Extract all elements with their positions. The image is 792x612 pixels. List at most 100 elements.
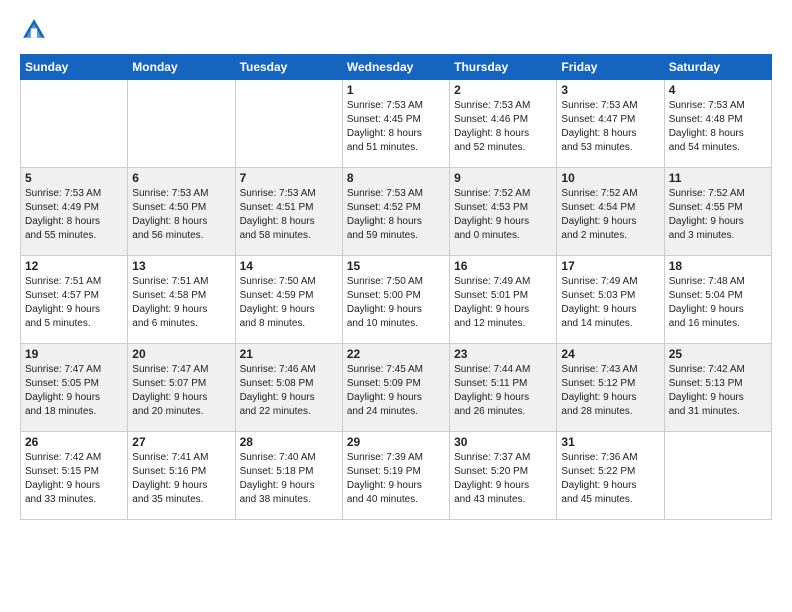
day-info: Sunrise: 7:53 AM Sunset: 4:50 PM Dayligh… bbox=[132, 188, 208, 241]
day-cell: 23Sunrise: 7:44 AM Sunset: 5:11 PM Dayli… bbox=[450, 344, 557, 432]
day-number: 20 bbox=[132, 347, 230, 361]
day-info: Sunrise: 7:51 AM Sunset: 4:58 PM Dayligh… bbox=[132, 276, 208, 329]
day-info: Sunrise: 7:41 AM Sunset: 5:16 PM Dayligh… bbox=[132, 452, 208, 505]
day-number: 12 bbox=[25, 259, 123, 273]
day-number: 1 bbox=[347, 83, 445, 97]
day-number: 28 bbox=[240, 435, 338, 449]
day-info: Sunrise: 7:52 AM Sunset: 4:54 PM Dayligh… bbox=[561, 188, 637, 241]
day-cell: 10 Sunrise: 7:52 AM Sunset: 4:54 PM Dayli… bbox=[557, 168, 664, 256]
day-info: Sunrise: 7:53 AM Sunset: 4:45 PM Dayligh… bbox=[347, 100, 423, 153]
day-cell: 1 Sunrise: 7:53 AM Sunset: 4:45 PM Daylig… bbox=[342, 80, 449, 168]
day-info: Sunrise: 7:46 AM Sunset: 5:08 PM Dayligh… bbox=[240, 364, 316, 417]
day-cell: 26Sunrise: 7:42 AM Sunset: 5:15 PM Dayli… bbox=[21, 432, 128, 520]
day-info: Sunrise: 7:36 AM Sunset: 5:22 PM Dayligh… bbox=[561, 452, 637, 505]
day-info: Sunrise: 7:49 AM Sunset: 5:03 PM Dayligh… bbox=[561, 276, 637, 329]
day-info: Sunrise: 7:53 AM Sunset: 4:48 PM Dayligh… bbox=[669, 100, 745, 153]
day-number: 7 bbox=[240, 171, 338, 185]
day-number: 13 bbox=[132, 259, 230, 273]
day-number: 27 bbox=[132, 435, 230, 449]
page: SundayMondayTuesdayWednesdayThursdayFrid… bbox=[0, 0, 792, 536]
day-info: Sunrise: 7:37 AM Sunset: 5:20 PM Dayligh… bbox=[454, 452, 530, 505]
day-info: Sunrise: 7:50 AM Sunset: 5:00 PM Dayligh… bbox=[347, 276, 423, 329]
day-cell: 14 Sunrise: 7:50 AM Sunset: 4:59 PM Dayli… bbox=[235, 256, 342, 344]
logo-icon bbox=[20, 16, 48, 44]
day-cell bbox=[21, 80, 128, 168]
day-cell: 13 Sunrise: 7:51 AM Sunset: 4:58 PM Dayli… bbox=[128, 256, 235, 344]
day-cell bbox=[664, 432, 771, 520]
calendar: SundayMondayTuesdayWednesdayThursdayFrid… bbox=[20, 54, 772, 520]
week-row-2: 5 Sunrise: 7:53 AM Sunset: 4:49 PM Daylig… bbox=[21, 168, 772, 256]
day-info: Sunrise: 7:49 AM Sunset: 5:01 PM Dayligh… bbox=[454, 276, 530, 329]
day-number: 19 bbox=[25, 347, 123, 361]
day-info: Sunrise: 7:43 AM Sunset: 5:12 PM Dayligh… bbox=[561, 364, 637, 417]
week-row-1: 1 Sunrise: 7:53 AM Sunset: 4:45 PM Daylig… bbox=[21, 80, 772, 168]
day-cell: 9 Sunrise: 7:52 AM Sunset: 4:53 PM Daylig… bbox=[450, 168, 557, 256]
day-number: 3 bbox=[561, 83, 659, 97]
logo bbox=[20, 16, 52, 44]
day-info: Sunrise: 7:53 AM Sunset: 4:47 PM Dayligh… bbox=[561, 100, 637, 153]
day-info: Sunrise: 7:53 AM Sunset: 4:49 PM Dayligh… bbox=[25, 188, 101, 241]
day-cell: 4Sunrise: 7:53 AM Sunset: 4:48 PM Daylig… bbox=[664, 80, 771, 168]
day-cell bbox=[128, 80, 235, 168]
day-cell: 5 Sunrise: 7:53 AM Sunset: 4:49 PM Daylig… bbox=[21, 168, 128, 256]
day-number: 17 bbox=[561, 259, 659, 273]
day-info: Sunrise: 7:40 AM Sunset: 5:18 PM Dayligh… bbox=[240, 452, 316, 505]
day-number: 16 bbox=[454, 259, 552, 273]
day-cell: 17 Sunrise: 7:49 AM Sunset: 5:03 PM Dayli… bbox=[557, 256, 664, 344]
day-cell: 22Sunrise: 7:45 AM Sunset: 5:09 PM Dayli… bbox=[342, 344, 449, 432]
week-row-4: 19 Sunrise: 7:47 AM Sunset: 5:05 PM Dayli… bbox=[21, 344, 772, 432]
day-cell: 7 Sunrise: 7:53 AM Sunset: 4:51 PM Daylig… bbox=[235, 168, 342, 256]
day-number: 21 bbox=[240, 347, 338, 361]
day-cell: 12 Sunrise: 7:51 AM Sunset: 4:57 PM Dayli… bbox=[21, 256, 128, 344]
day-cell: 2 Sunrise: 7:53 AM Sunset: 4:46 PM Daylig… bbox=[450, 80, 557, 168]
day-info: Sunrise: 7:42 AM Sunset: 5:15 PM Dayligh… bbox=[25, 452, 101, 505]
day-number: 9 bbox=[454, 171, 552, 185]
day-number: 31 bbox=[561, 435, 659, 449]
day-info: Sunrise: 7:45 AM Sunset: 5:09 PM Dayligh… bbox=[347, 364, 423, 417]
day-number: 29 bbox=[347, 435, 445, 449]
day-info: Sunrise: 7:51 AM Sunset: 4:57 PM Dayligh… bbox=[25, 276, 101, 329]
day-number: 11 bbox=[669, 171, 767, 185]
day-info: Sunrise: 7:39 AM Sunset: 5:19 PM Dayligh… bbox=[347, 452, 423, 505]
weekday-header-monday: Monday bbox=[128, 55, 235, 80]
day-number: 14 bbox=[240, 259, 338, 273]
day-cell: 11 Sunrise: 7:52 AM Sunset: 4:55 PM Dayli… bbox=[664, 168, 771, 256]
day-cell: 6 Sunrise: 7:53 AM Sunset: 4:50 PM Daylig… bbox=[128, 168, 235, 256]
weekday-header-wednesday: Wednesday bbox=[342, 55, 449, 80]
day-number: 30 bbox=[454, 435, 552, 449]
day-cell: 18 Sunrise: 7:48 AM Sunset: 5:04 PM Dayli… bbox=[664, 256, 771, 344]
day-info: Sunrise: 7:47 AM Sunset: 5:05 PM Dayligh… bbox=[25, 364, 101, 417]
day-info: Sunrise: 7:48 AM Sunset: 5:04 PM Dayligh… bbox=[669, 276, 745, 329]
day-number: 15 bbox=[347, 259, 445, 273]
day-number: 8 bbox=[347, 171, 445, 185]
day-number: 25 bbox=[669, 347, 767, 361]
weekday-header-saturday: Saturday bbox=[664, 55, 771, 80]
day-number: 6 bbox=[132, 171, 230, 185]
day-cell: 30 Sunrise: 7:37 AM Sunset: 5:20 PM Dayli… bbox=[450, 432, 557, 520]
day-cell: 21 Sunrise: 7:46 AM Sunset: 5:08 PM Dayli… bbox=[235, 344, 342, 432]
day-info: Sunrise: 7:53 AM Sunset: 4:52 PM Dayligh… bbox=[347, 188, 423, 241]
day-info: Sunrise: 7:50 AM Sunset: 4:59 PM Dayligh… bbox=[240, 276, 316, 329]
day-cell: 19 Sunrise: 7:47 AM Sunset: 5:05 PM Dayli… bbox=[21, 344, 128, 432]
day-number: 2 bbox=[454, 83, 552, 97]
day-number: 18 bbox=[669, 259, 767, 273]
day-info: Sunrise: 7:52 AM Sunset: 4:53 PM Dayligh… bbox=[454, 188, 530, 241]
day-info: Sunrise: 7:52 AM Sunset: 4:55 PM Dayligh… bbox=[669, 188, 745, 241]
day-cell: 29 Sunrise: 7:39 AM Sunset: 5:19 PM Dayli… bbox=[342, 432, 449, 520]
header bbox=[20, 16, 772, 44]
day-number: 23 bbox=[454, 347, 552, 361]
day-cell: 25 Sunrise: 7:42 AM Sunset: 5:13 PM Dayli… bbox=[664, 344, 771, 432]
day-info: Sunrise: 7:53 AM Sunset: 4:46 PM Dayligh… bbox=[454, 100, 530, 153]
day-cell: 24Sunrise: 7:43 AM Sunset: 5:12 PM Dayli… bbox=[557, 344, 664, 432]
weekday-header-tuesday: Tuesday bbox=[235, 55, 342, 80]
week-row-3: 12 Sunrise: 7:51 AM Sunset: 4:57 PM Dayli… bbox=[21, 256, 772, 344]
day-number: 10 bbox=[561, 171, 659, 185]
day-cell: 31 Sunrise: 7:36 AM Sunset: 5:22 PM Dayli… bbox=[557, 432, 664, 520]
day-info: Sunrise: 7:42 AM Sunset: 5:13 PM Dayligh… bbox=[669, 364, 745, 417]
day-number: 5 bbox=[25, 171, 123, 185]
weekday-header-row: SundayMondayTuesdayWednesdayThursdayFrid… bbox=[21, 55, 772, 80]
weekday-header-friday: Friday bbox=[557, 55, 664, 80]
day-info: Sunrise: 7:53 AM Sunset: 4:51 PM Dayligh… bbox=[240, 188, 316, 241]
day-cell: 3 Sunrise: 7:53 AM Sunset: 4:47 PM Daylig… bbox=[557, 80, 664, 168]
day-cell bbox=[235, 80, 342, 168]
